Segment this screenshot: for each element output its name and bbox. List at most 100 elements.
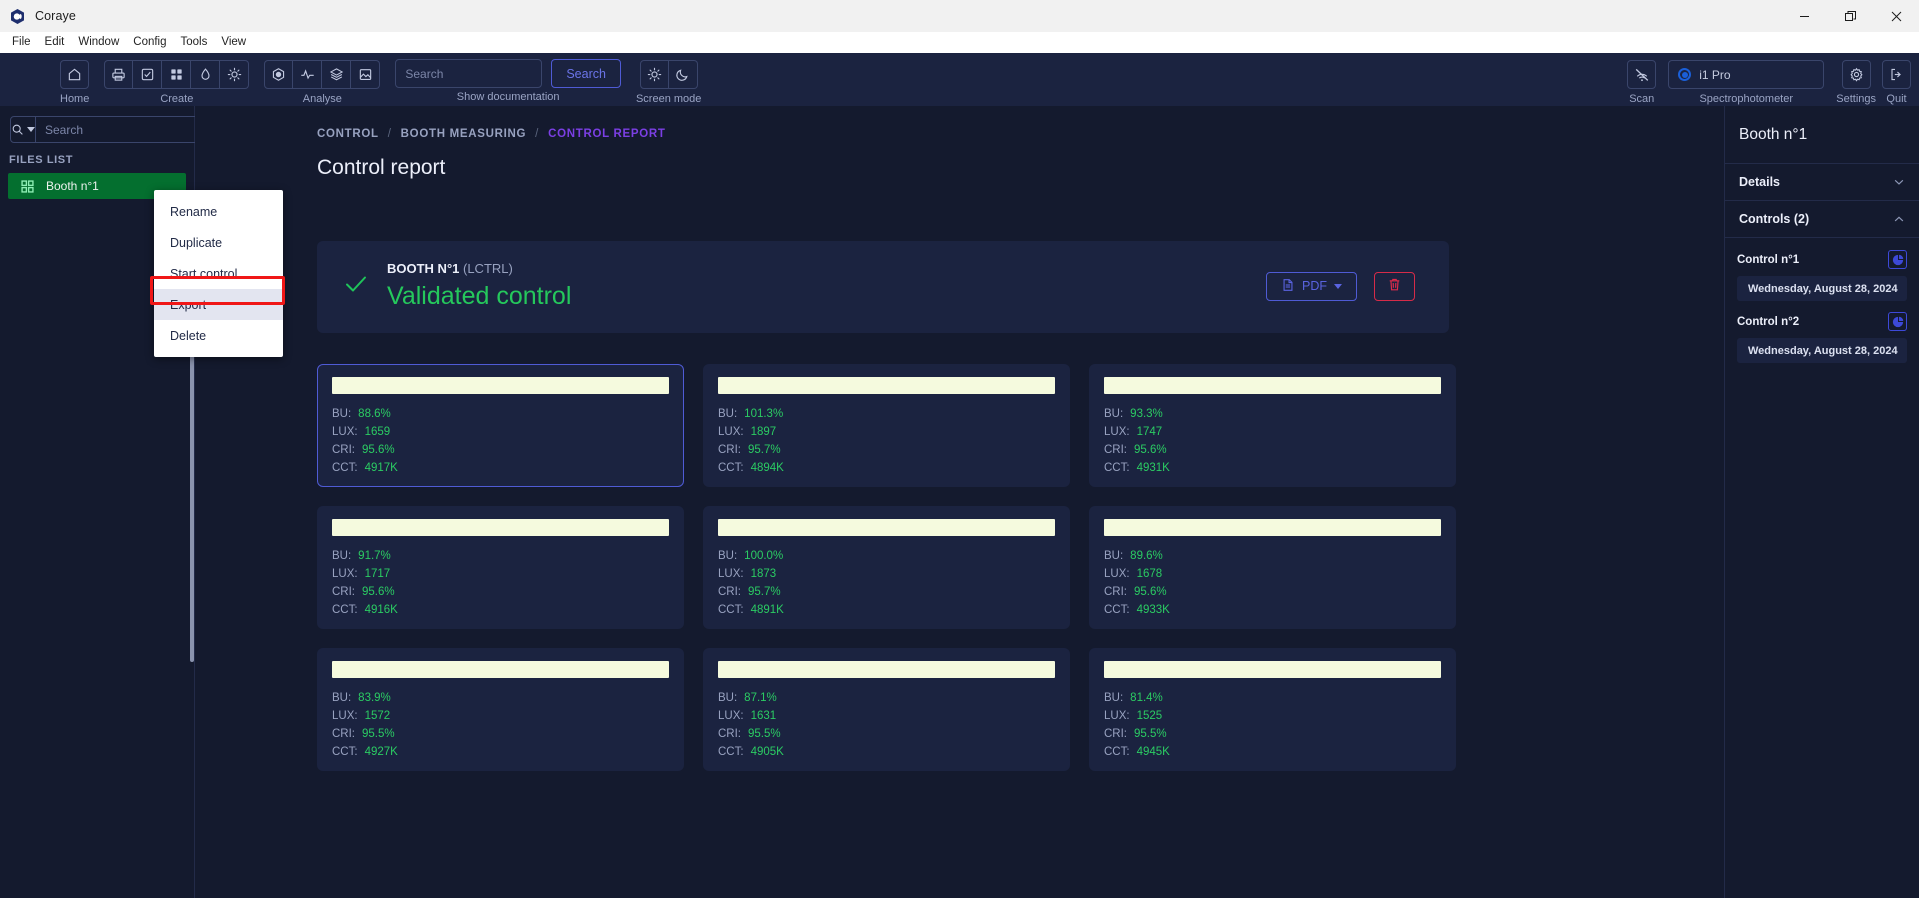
right-panel-section-controls[interactable]: Controls (2)	[1725, 201, 1919, 238]
measurement-value: 95.5%	[1134, 728, 1167, 740]
color-swatch	[332, 661, 669, 678]
pdf-button-label: PDF	[1302, 279, 1327, 293]
measurement-value: 95.5%	[748, 728, 781, 740]
grid-icon[interactable]	[162, 60, 192, 89]
measurement-card[interactable]: BU: 88.6% LUX: 1659 CRI: 95.6% CCT: 4917K	[317, 364, 684, 487]
context-menu-item-export[interactable]: Export	[154, 289, 283, 320]
control-item-header[interactable]: Control n°2	[1737, 312, 1907, 331]
breadcrumb-item-control-report[interactable]: CONTROL REPORT	[548, 128, 666, 140]
measurement-row: CCT: 4916K	[332, 601, 669, 619]
pdf-export-button[interactable]: PDF	[1266, 271, 1357, 301]
measurement-key: CRI:	[1104, 728, 1127, 740]
context-menu-item-start-control[interactable]: Start control	[154, 258, 283, 289]
pulse-icon[interactable]	[293, 60, 323, 89]
layers-icon[interactable]	[322, 60, 352, 89]
home-icon[interactable]	[60, 60, 90, 89]
measurement-key: CRI:	[332, 728, 355, 740]
measurement-card[interactable]: BU: 83.9% LUX: 1572 CRI: 95.5% CCT: 4927K	[317, 648, 684, 771]
page-title: Control report	[317, 156, 446, 179]
hexagon-icon[interactable]	[264, 60, 294, 89]
measurement-row: CRI: 95.5%	[1104, 725, 1441, 743]
chevron-down-icon	[1334, 283, 1342, 289]
measurement-card[interactable]: BU: 81.4% LUX: 1525 CRI: 95.5% CCT: 4945K	[1089, 648, 1456, 771]
control-item-date[interactable]: Wednesday, August 28, 2024	[1737, 338, 1907, 363]
control-item-label: Control n°2	[1737, 315, 1800, 328]
measurement-key: BU:	[1104, 692, 1124, 704]
menu-view[interactable]: View	[214, 34, 253, 50]
context-menu-item-duplicate[interactable]: Duplicate	[154, 227, 283, 258]
menu-window[interactable]: Window	[71, 34, 126, 50]
gear-icon[interactable]	[1841, 60, 1871, 89]
measurement-row: CRI: 95.7%	[718, 441, 1055, 459]
context-menu: Rename Duplicate Start control Export Delete	[154, 190, 283, 357]
report-subtitle: BOOTH N°1 (LCTRL)	[387, 261, 1266, 276]
report-booth-code: (LCTRL)	[463, 261, 513, 276]
color-swatch	[718, 377, 1055, 394]
measurement-key: CRI:	[718, 444, 741, 456]
search-input[interactable]	[395, 59, 543, 88]
sun-icon[interactable]	[220, 60, 250, 89]
context-menu-item-rename[interactable]: Rename	[154, 196, 283, 227]
search-button[interactable]: Search	[551, 59, 621, 88]
context-menu-item-delete[interactable]: Delete	[154, 320, 283, 351]
color-swatch	[1104, 661, 1441, 678]
measurement-value: 1659	[364, 426, 391, 438]
measurement-card[interactable]: BU: 91.7% LUX: 1717 CRI: 95.6% CCT: 4916K	[317, 506, 684, 629]
measurement-card[interactable]: BU: 93.3% LUX: 1747 CRI: 95.6% CCT: 4931K	[1089, 364, 1456, 487]
measurement-values: BU: 83.9% LUX: 1572 CRI: 95.5% CCT: 4927K	[332, 689, 669, 761]
measurement-row: CCT: 4894K	[718, 459, 1055, 477]
pie-chart-icon[interactable]	[1888, 250, 1907, 269]
exit-icon[interactable]	[1882, 60, 1911, 89]
measurement-value: 4933K	[1136, 604, 1170, 616]
menu-edit[interactable]: Edit	[38, 34, 72, 50]
signal-off-icon[interactable]	[1627, 60, 1657, 89]
measurement-value: 88.6%	[358, 408, 391, 420]
control-item-header[interactable]: Control n°1	[1737, 250, 1907, 269]
measurement-card[interactable]: BU: 100.0% LUX: 1873 CRI: 95.7% CCT: 4891K	[703, 506, 1070, 629]
measurement-card[interactable]: BU: 89.6% LUX: 1678 CRI: 95.6% CCT: 4933K	[1089, 506, 1456, 629]
restore-icon[interactable]	[1827, 0, 1873, 32]
sidebar-search-input[interactable]	[36, 116, 210, 143]
measurement-card[interactable]: BU: 101.3% LUX: 1897 CRI: 95.7% CCT: 4894K	[703, 364, 1070, 487]
light-mode-sun-icon[interactable]	[639, 60, 669, 89]
measurement-value: 4917K	[364, 462, 398, 474]
sidebar-search-filter-button[interactable]	[10, 116, 36, 143]
droplet-icon[interactable]	[191, 60, 221, 89]
close-icon[interactable]	[1873, 0, 1919, 32]
checkbox-icon[interactable]	[133, 60, 163, 89]
right-panel-section-details[interactable]: Details	[1725, 164, 1919, 201]
right-panel: Booth n°1 Details Controls (2) Control n…	[1724, 106, 1919, 898]
measurement-value: 101.3%	[744, 408, 784, 420]
breadcrumb-item-booth-measuring[interactable]: BOOTH MEASURING	[401, 128, 527, 140]
control-report-card: BOOTH N°1 (LCTRL) Validated control PDF	[317, 241, 1449, 333]
measurement-row: CRI: 95.6%	[332, 441, 669, 459]
measurement-value: 1678	[1136, 568, 1163, 580]
measurement-row: BU: 93.3%	[1104, 405, 1441, 423]
dark-mode-moon-icon[interactable]	[668, 60, 698, 89]
measurement-row: CCT: 4927K	[332, 743, 669, 761]
delete-report-button[interactable]	[1374, 271, 1415, 301]
measurement-values: BU: 93.3% LUX: 1747 CRI: 95.6% CCT: 4931K	[1104, 405, 1441, 477]
control-item-date[interactable]: Wednesday, August 28, 2024	[1737, 276, 1907, 301]
pie-chart-icon[interactable]	[1888, 312, 1907, 331]
measurements-grid: BU: 88.6% LUX: 1659 CRI: 95.6% CCT: 4917K BU: 101…	[317, 364, 1456, 771]
minimize-icon[interactable]	[1781, 0, 1827, 32]
menu-file[interactable]: File	[5, 34, 38, 50]
breadcrumb-item-control[interactable]: CONTROL	[317, 128, 379, 140]
measurement-row: LUX: 1525	[1104, 707, 1441, 725]
menu-tools[interactable]: Tools	[174, 34, 215, 50]
measurement-value: 89.6%	[1130, 550, 1163, 562]
menu-config[interactable]: Config	[126, 34, 173, 50]
section-label-details: Details	[1739, 175, 1780, 189]
image-icon[interactable]	[351, 60, 381, 89]
chevron-up-icon	[1893, 213, 1905, 225]
measurement-key: BU:	[718, 550, 738, 562]
show-documentation-label: Show documentation	[456, 91, 560, 103]
spectrophotometer-select[interactable]: i1 Pro	[1668, 60, 1825, 89]
print-icon[interactable]	[104, 60, 134, 89]
measurement-row: CCT: 4891K	[718, 601, 1055, 619]
measurement-card[interactable]: BU: 87.1% LUX: 1631 CRI: 95.5% CCT: 4905K	[703, 648, 1070, 771]
color-swatch	[1104, 377, 1441, 394]
measurement-key: LUX:	[718, 426, 744, 438]
measurement-key: LUX:	[1104, 568, 1130, 580]
